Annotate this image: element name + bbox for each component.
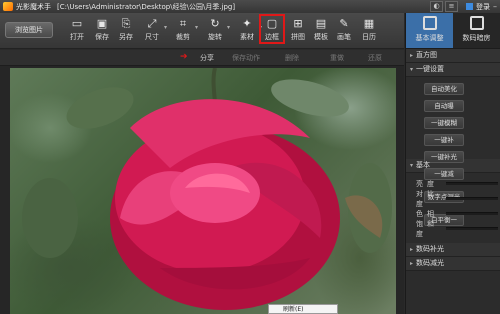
annotation-arrow-icon: ➔ xyxy=(180,52,188,62)
app-name: 光影魔术手 xyxy=(16,2,51,11)
basic-label: 基本 xyxy=(416,161,431,169)
resize-label: 尺寸 xyxy=(145,33,159,41)
rose-photo xyxy=(10,68,396,314)
crop-label: 裁剪 xyxy=(176,33,190,41)
collage-icon: ⊞ xyxy=(293,17,303,30)
save-as-button[interactable]: ⎘ 另存 xyxy=(115,16,137,46)
collage-button[interactable]: ⊞ 拼图 xyxy=(287,16,309,46)
rose-illustration xyxy=(22,68,392,310)
calendar-icon: ▦ xyxy=(363,17,375,30)
material-button[interactable]: ✦ 素材 ▾ xyxy=(236,16,262,46)
panel-tabs: 基本调整 数码暗房 xyxy=(406,13,500,49)
share-button[interactable]: 分享 xyxy=(200,53,214,63)
template-icon: ▤ xyxy=(315,17,327,30)
delete-button[interactable]: 删除 xyxy=(285,53,299,63)
chevron-right-icon: ▸ xyxy=(410,246,414,253)
histogram-label: 直方图 xyxy=(416,51,438,59)
chevron-right-icon: ▸ xyxy=(410,260,414,267)
file-path: [C:\Users\Administrator\Desktop\经验\公园\月季… xyxy=(57,2,236,11)
tab-digital-label: 数码暗房 xyxy=(462,34,491,42)
one-click-buttons: 自动美化自动曝 一键模糊一键补 一键补光一键减 数字点测光白平衡一 xyxy=(406,77,500,226)
folder-icon: ▭ xyxy=(71,17,83,30)
title-bar: 光影魔术手 [C:\Users\Administrator\Desktop\经验… xyxy=(0,0,500,13)
one-click-fill-button[interactable]: 一键补 xyxy=(424,134,464,146)
right-panel: 基本调整 数码暗房 ▸ 直方图 ▾ 一键设置 自动美化自动曝 一键模糊一键补 一键补… xyxy=(405,13,500,314)
tab-basic-label: 基本调整 xyxy=(415,34,444,42)
chevron-down-icon: ▾ xyxy=(410,162,414,169)
chevron-down-icon[interactable]: ▾ xyxy=(227,24,230,31)
saturation-label: 饱和度 xyxy=(416,219,438,238)
section-digital-reduce[interactable]: ▸ 数码减光 xyxy=(406,257,500,271)
chevron-right-icon: ▸ xyxy=(410,52,414,59)
sub-toolbar: ➔ 分享 保存动作 删除 重做 还原 xyxy=(0,50,404,66)
brush-label: 画笔 xyxy=(337,33,351,41)
one-click-blur-button[interactable]: 一键模糊 xyxy=(424,117,464,129)
collage-label: 拼图 xyxy=(291,33,305,41)
crop-button[interactable]: ⌗ 裁剪 ▾ xyxy=(172,16,198,46)
resize-button[interactable]: ⤢ 尺寸 ▾ xyxy=(141,16,167,46)
auto-beautify-button[interactable]: 自动美化 xyxy=(424,83,464,95)
brush-icon: ✎ xyxy=(339,17,349,30)
redo-button[interactable]: 重做 xyxy=(330,53,344,63)
rotate-icon: ↻ xyxy=(210,17,220,30)
save-button[interactable]: ▣ 保存 xyxy=(91,16,113,46)
calendar-label: 日历 xyxy=(362,33,376,41)
login-label: 登录 xyxy=(476,2,490,11)
brightness-label: 亮度 xyxy=(416,179,438,188)
brush-button[interactable]: ✎ 画笔 xyxy=(333,16,355,46)
open-button[interactable]: ▭ 打开 xyxy=(66,16,88,46)
context-menu-refresh[interactable]: 刷新(E) xyxy=(268,304,338,314)
digital-reduce-label: 数码减光 xyxy=(416,259,445,267)
contrast-label: 对比度 xyxy=(416,189,438,208)
material-icon: ✦ xyxy=(242,17,252,30)
chevron-down-icon[interactable]: ▾ xyxy=(195,24,198,31)
hue-label: 色相 xyxy=(416,209,438,218)
hue-track[interactable] xyxy=(446,212,498,215)
chevron-down-icon: ▾ xyxy=(410,66,414,73)
app-logo-icon xyxy=(3,2,13,11)
one-click-label: 一键设置 xyxy=(416,65,445,73)
section-digital-fill[interactable]: ▸ 数码补光 xyxy=(406,243,500,257)
rotate-label: 旋转 xyxy=(208,33,222,41)
save-label: 保存 xyxy=(95,33,109,41)
main-toolbar: 浏览图片 ▭ 打开 ▣ 保存 ⎘ 另存 ⤢ 尺寸 ▾ ⌗ 裁剪 ▾ ↻ 旋转 ▾… xyxy=(0,13,404,49)
crop-icon: ⌗ xyxy=(179,17,187,30)
template-label: 模板 xyxy=(314,33,328,41)
frame-button[interactable]: ▢ 边框 xyxy=(259,14,285,44)
title-controls: ◐ ≡ 登录 – xyxy=(430,0,500,13)
user-icon xyxy=(466,3,473,10)
section-histogram[interactable]: ▸ 直方图 xyxy=(406,49,500,63)
image-canvas[interactable] xyxy=(0,66,404,314)
material-label: 素材 xyxy=(240,33,254,41)
save-as-label: 另存 xyxy=(119,33,133,41)
template-button[interactable]: ▤ 模板 xyxy=(310,16,332,46)
camera-icon xyxy=(469,16,484,30)
calendar-button[interactable]: ▦ 日历 xyxy=(358,16,380,46)
save-icon: ▣ xyxy=(96,17,108,30)
saturation-track[interactable] xyxy=(446,227,498,230)
browse-images-button[interactable]: 浏览图片 xyxy=(5,22,53,38)
chevron-down-icon[interactable]: ▾ xyxy=(164,24,167,31)
save-as-icon: ⎘ xyxy=(121,17,131,30)
open-label: 打开 xyxy=(70,33,84,41)
auto-exposure-button[interactable]: 自动曝 xyxy=(424,100,464,112)
undo-button[interactable]: 还原 xyxy=(368,53,382,63)
tab-digital-darkroom[interactable]: 数码暗房 xyxy=(453,13,500,48)
login-button[interactable]: 登录 xyxy=(466,2,490,12)
contrast-track[interactable] xyxy=(446,197,498,200)
brightness-track[interactable] xyxy=(446,182,498,185)
save-action-button[interactable]: 保存动作 xyxy=(232,53,260,63)
adjust-icon xyxy=(422,16,437,30)
frame-label: 边框 xyxy=(265,33,279,41)
tab-basic-adjust[interactable]: 基本调整 xyxy=(406,13,453,48)
skin-icon[interactable]: ◐ xyxy=(430,1,443,12)
resize-icon: ⤢ xyxy=(147,17,157,30)
frame-icon: ▢ xyxy=(266,17,278,30)
rotate-button[interactable]: ↻ 旋转 ▾ xyxy=(204,16,230,46)
section-one-click[interactable]: ▾ 一键设置 xyxy=(406,63,500,77)
menu-icon[interactable]: ≡ xyxy=(445,1,458,12)
digital-fill-label: 数码补光 xyxy=(416,245,445,253)
minimize-icon[interactable]: – xyxy=(493,2,497,11)
